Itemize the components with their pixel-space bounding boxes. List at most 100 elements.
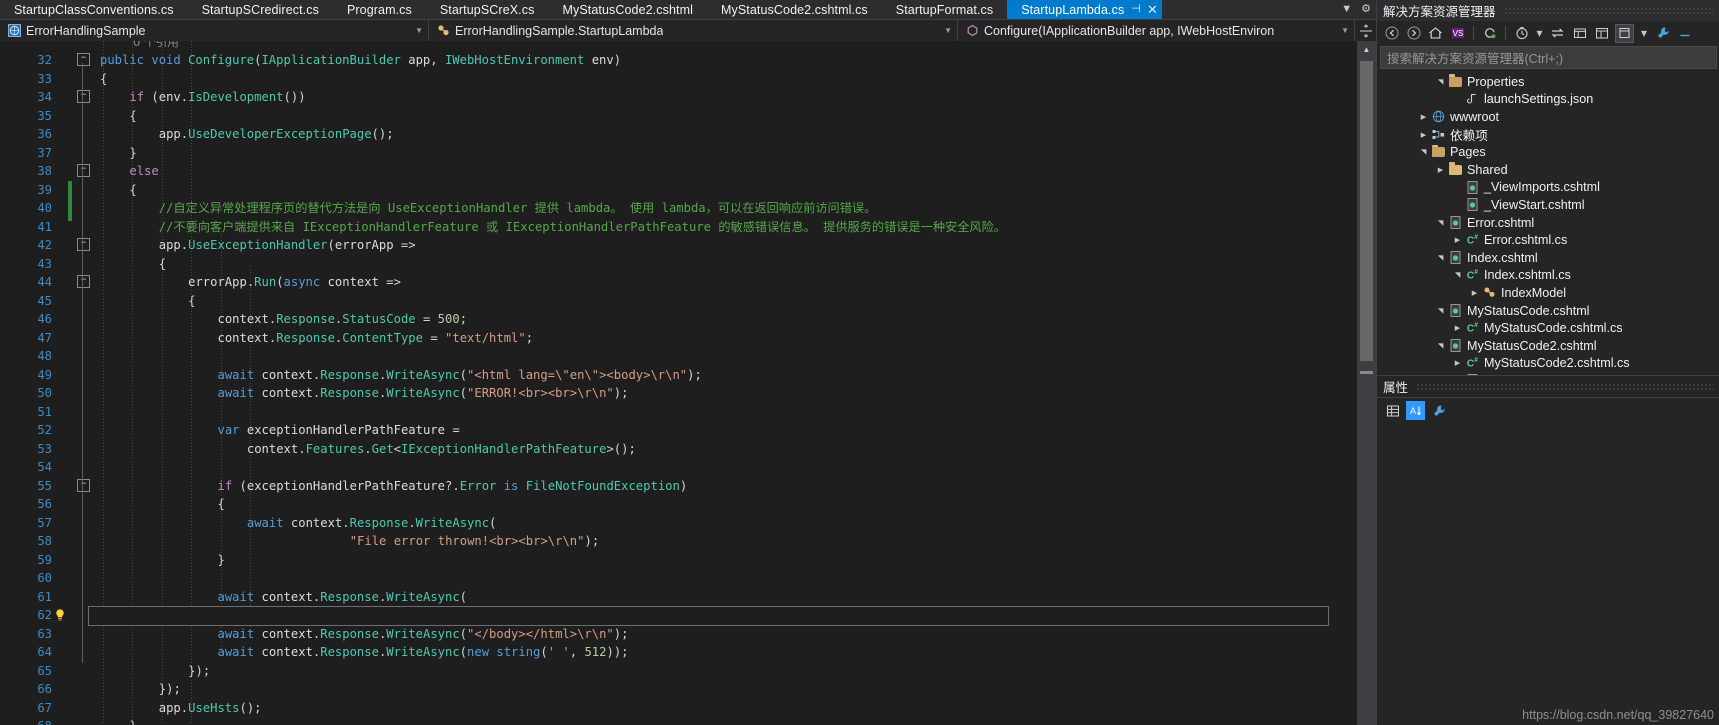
tree-item[interactable]: ◢ Properties xyxy=(1377,73,1719,91)
code-text[interactable]: app.UseDeveloperExceptionPage(); xyxy=(100,125,394,144)
chevron-down-icon[interactable]: ▾ xyxy=(1535,25,1544,42)
chevron-down-icon[interactable]: ▼ xyxy=(936,26,952,35)
tree-item[interactable]: launchSettings.json xyxy=(1377,91,1719,109)
code-line[interactable]: 42 − app.UseExceptionHandler(errorApp => xyxy=(0,236,1357,255)
tree-item[interactable]: ▶ C# Error.cshtml.cs xyxy=(1377,231,1719,249)
fold-toggle[interactable]: − xyxy=(77,238,90,251)
code-text[interactable]: await context.Response.WriteAsync("ERROR… xyxy=(100,384,629,403)
code-line[interactable]: 33 { xyxy=(0,70,1357,89)
codelens-label[interactable]: 0 个引用 xyxy=(133,41,179,52)
code-line[interactable]: 44 − errorApp.Run(async context => xyxy=(0,273,1357,292)
code-text[interactable]: }); xyxy=(100,680,181,699)
code-line[interactable]: 40 //自定义异常处理程序页的替代方法是向 UseExceptionHandl… xyxy=(0,199,1357,218)
search-input[interactable]: 搜索解决方案资源管理器(Ctrl+;) xyxy=(1380,46,1717,69)
tree-item[interactable]: Privacy.cshtml xyxy=(1377,372,1719,375)
wrench-icon[interactable] xyxy=(1654,25,1671,42)
editor-tab[interactable]: StartupSCreX.cs xyxy=(425,0,549,19)
tree-item[interactable]: ▶ C# MyStatusCode.cshtml.cs xyxy=(1377,319,1719,337)
expand-arrow-closed-icon[interactable]: ▶ xyxy=(1451,324,1464,332)
expand-arrow-open-icon[interactable]: ◢ xyxy=(1437,75,1445,88)
property-pages-icon[interactable] xyxy=(1429,401,1448,420)
code-text[interactable]: if (env.IsDevelopment()) xyxy=(100,88,305,107)
scroll-up-arrow[interactable]: ▲ xyxy=(1357,41,1376,58)
tree-item[interactable]: _ViewImports.cshtml xyxy=(1377,179,1719,197)
code-text[interactable]: //不要向客户端提供来自 IExceptionHandlerFeature 或 … xyxy=(100,218,1006,237)
code-line[interactable]: 39 { xyxy=(0,181,1357,200)
close-icon[interactable]: ✕ xyxy=(1147,3,1158,16)
tree-item[interactable]: ▶ wwwroot xyxy=(1377,108,1719,126)
code-surface[interactable]: 0 个引用 32− public void Configure(IApplicati… xyxy=(0,41,1357,725)
tree-item[interactable]: ◢ C# Index.cshtml.cs xyxy=(1377,267,1719,285)
code-line[interactable]: 64 await context.Response.WriteAsync(new… xyxy=(0,643,1357,662)
forward-icon[interactable] xyxy=(1405,25,1422,42)
code-line[interactable]: 62 "<a href=\"/\">Home</a><br>\r\n"); xyxy=(0,606,1357,626)
code-text[interactable]: { xyxy=(100,70,107,89)
solution-tree[interactable]: ◢ Properties launchSettings.json ▶ wwwroot ▶ 依… xyxy=(1377,71,1719,375)
code-line[interactable]: 35 { xyxy=(0,107,1357,126)
code-text[interactable]: await context.Response.WriteAsync( xyxy=(100,514,497,533)
code-line[interactable]: 45 { xyxy=(0,292,1357,311)
expand-arrow-closed-icon[interactable]: ▶ xyxy=(1417,113,1430,121)
editor-tab[interactable]: StartupClassConventions.cs xyxy=(0,0,188,19)
code-line[interactable]: 60 xyxy=(0,569,1357,588)
fold-toggle[interactable]: − xyxy=(77,275,90,288)
pending-changes-icon[interactable] xyxy=(1513,25,1530,42)
code-editor[interactable]: 0 个引用 32− public void Configure(IApplicati… xyxy=(0,41,1376,725)
code-line[interactable]: 32 − public void Configure(IApplicationBui… xyxy=(0,51,1357,70)
code-text[interactable]: context.Features.Get<IExceptionHandlerPa… xyxy=(100,440,636,459)
tree-item[interactable]: ▶ 依赖项 xyxy=(1377,126,1719,144)
scrollbar-thumb[interactable] xyxy=(1360,61,1373,361)
refresh-icon[interactable] xyxy=(1481,25,1498,42)
expand-arrow-closed-icon[interactable]: ▶ xyxy=(1451,236,1464,244)
code-text[interactable]: }); xyxy=(100,662,210,681)
code-line[interactable]: 56 { xyxy=(0,495,1357,514)
editor-tab[interactable]: StartupSCredirect.cs xyxy=(187,0,333,19)
code-text[interactable]: var exceptionHandlerPathFeature = xyxy=(100,421,460,440)
code-line[interactable]: 68 } xyxy=(0,717,1357,725)
expand-arrow-open-icon[interactable]: ◢ xyxy=(1437,304,1445,317)
code-line[interactable]: 37 } xyxy=(0,144,1357,163)
code-line[interactable]: 67 app.UseHsts(); xyxy=(0,699,1357,718)
expand-arrow-open-icon[interactable]: ◢ xyxy=(1437,216,1445,229)
gear-icon[interactable]: ⚙ xyxy=(1361,4,1371,15)
code-line[interactable]: 57 await context.Response.WriteAsync( xyxy=(0,514,1357,533)
code-line[interactable]: 55 − if (exceptionHandlerPathFeature?.Err… xyxy=(0,477,1357,496)
editor-tab[interactable]: Program.cs xyxy=(332,0,426,19)
fold-toggle[interactable]: − xyxy=(77,53,90,66)
code-line[interactable]: 66 }); xyxy=(0,680,1357,699)
code-line[interactable]: 52 var exceptionHandlerPathFeature = xyxy=(0,421,1357,440)
chevron-down-icon[interactable]: ▾ xyxy=(1639,25,1649,42)
code-line[interactable]: 36 app.UseDeveloperExceptionPage(); xyxy=(0,125,1357,144)
minimize-icon[interactable] xyxy=(1676,25,1693,42)
code-text[interactable]: await context.Response.WriteAsync(new st… xyxy=(100,643,629,662)
tree-item[interactable]: ◢ Index.cshtml xyxy=(1377,249,1719,267)
code-text[interactable]: else xyxy=(100,162,158,181)
back-icon[interactable] xyxy=(1383,25,1400,42)
code-text[interactable]: "File error thrown!<br><br>\r\n"); xyxy=(100,532,600,551)
pin-icon[interactable]: ⊣ xyxy=(1131,4,1141,15)
code-text[interactable]: await context.Response.WriteAsync("<html… xyxy=(100,366,702,385)
code-text[interactable]: app.UseHsts(); xyxy=(100,699,262,718)
preview-selected-items-icon[interactable] xyxy=(1615,23,1634,43)
code-text[interactable]: { xyxy=(100,181,136,200)
breadcrumb-type-dropdown[interactable]: ErrorHandlingSample.StartupLambda ▼ xyxy=(429,20,958,41)
code-line[interactable]: 51 xyxy=(0,403,1357,422)
tree-item[interactable]: ◢ MyStatusCode.cshtml xyxy=(1377,302,1719,320)
tree-item[interactable]: ◢ Error.cshtml xyxy=(1377,214,1719,232)
code-line[interactable]: 58 "File error thrown!<br><br>\r\n"); xyxy=(0,532,1357,551)
code-line[interactable]: 47 context.Response.ContentType = "text/… xyxy=(0,329,1357,348)
code-line[interactable]: 65 }); xyxy=(0,662,1357,681)
codelens-row[interactable]: 0 个引用 xyxy=(0,41,1357,52)
code-line[interactable]: 48 xyxy=(0,347,1357,366)
code-text[interactable]: await context.Response.WriteAsync("</bod… xyxy=(100,625,629,644)
code-line[interactable]: 50 await context.Response.WriteAsync("ER… xyxy=(0,384,1357,403)
tree-item[interactable]: ◢ MyStatusCode2.cshtml xyxy=(1377,337,1719,355)
breadcrumb-project-dropdown[interactable]: ErrorHandlingSample ▼ xyxy=(0,20,429,41)
code-text[interactable]: if (exceptionHandlerPathFeature?.Error i… xyxy=(100,477,688,496)
code-text[interactable]: app.UseExceptionHandler(errorApp => xyxy=(100,236,416,255)
code-text[interactable]: context.Response.ContentType = "text/htm… xyxy=(100,329,534,348)
code-text[interactable]: { xyxy=(100,107,136,126)
editor-tab[interactable]: MyStatusCode2.cshtml xyxy=(548,0,707,19)
code-text[interactable]: } xyxy=(100,717,136,725)
expand-arrow-closed-icon[interactable]: ▶ xyxy=(1451,359,1464,367)
